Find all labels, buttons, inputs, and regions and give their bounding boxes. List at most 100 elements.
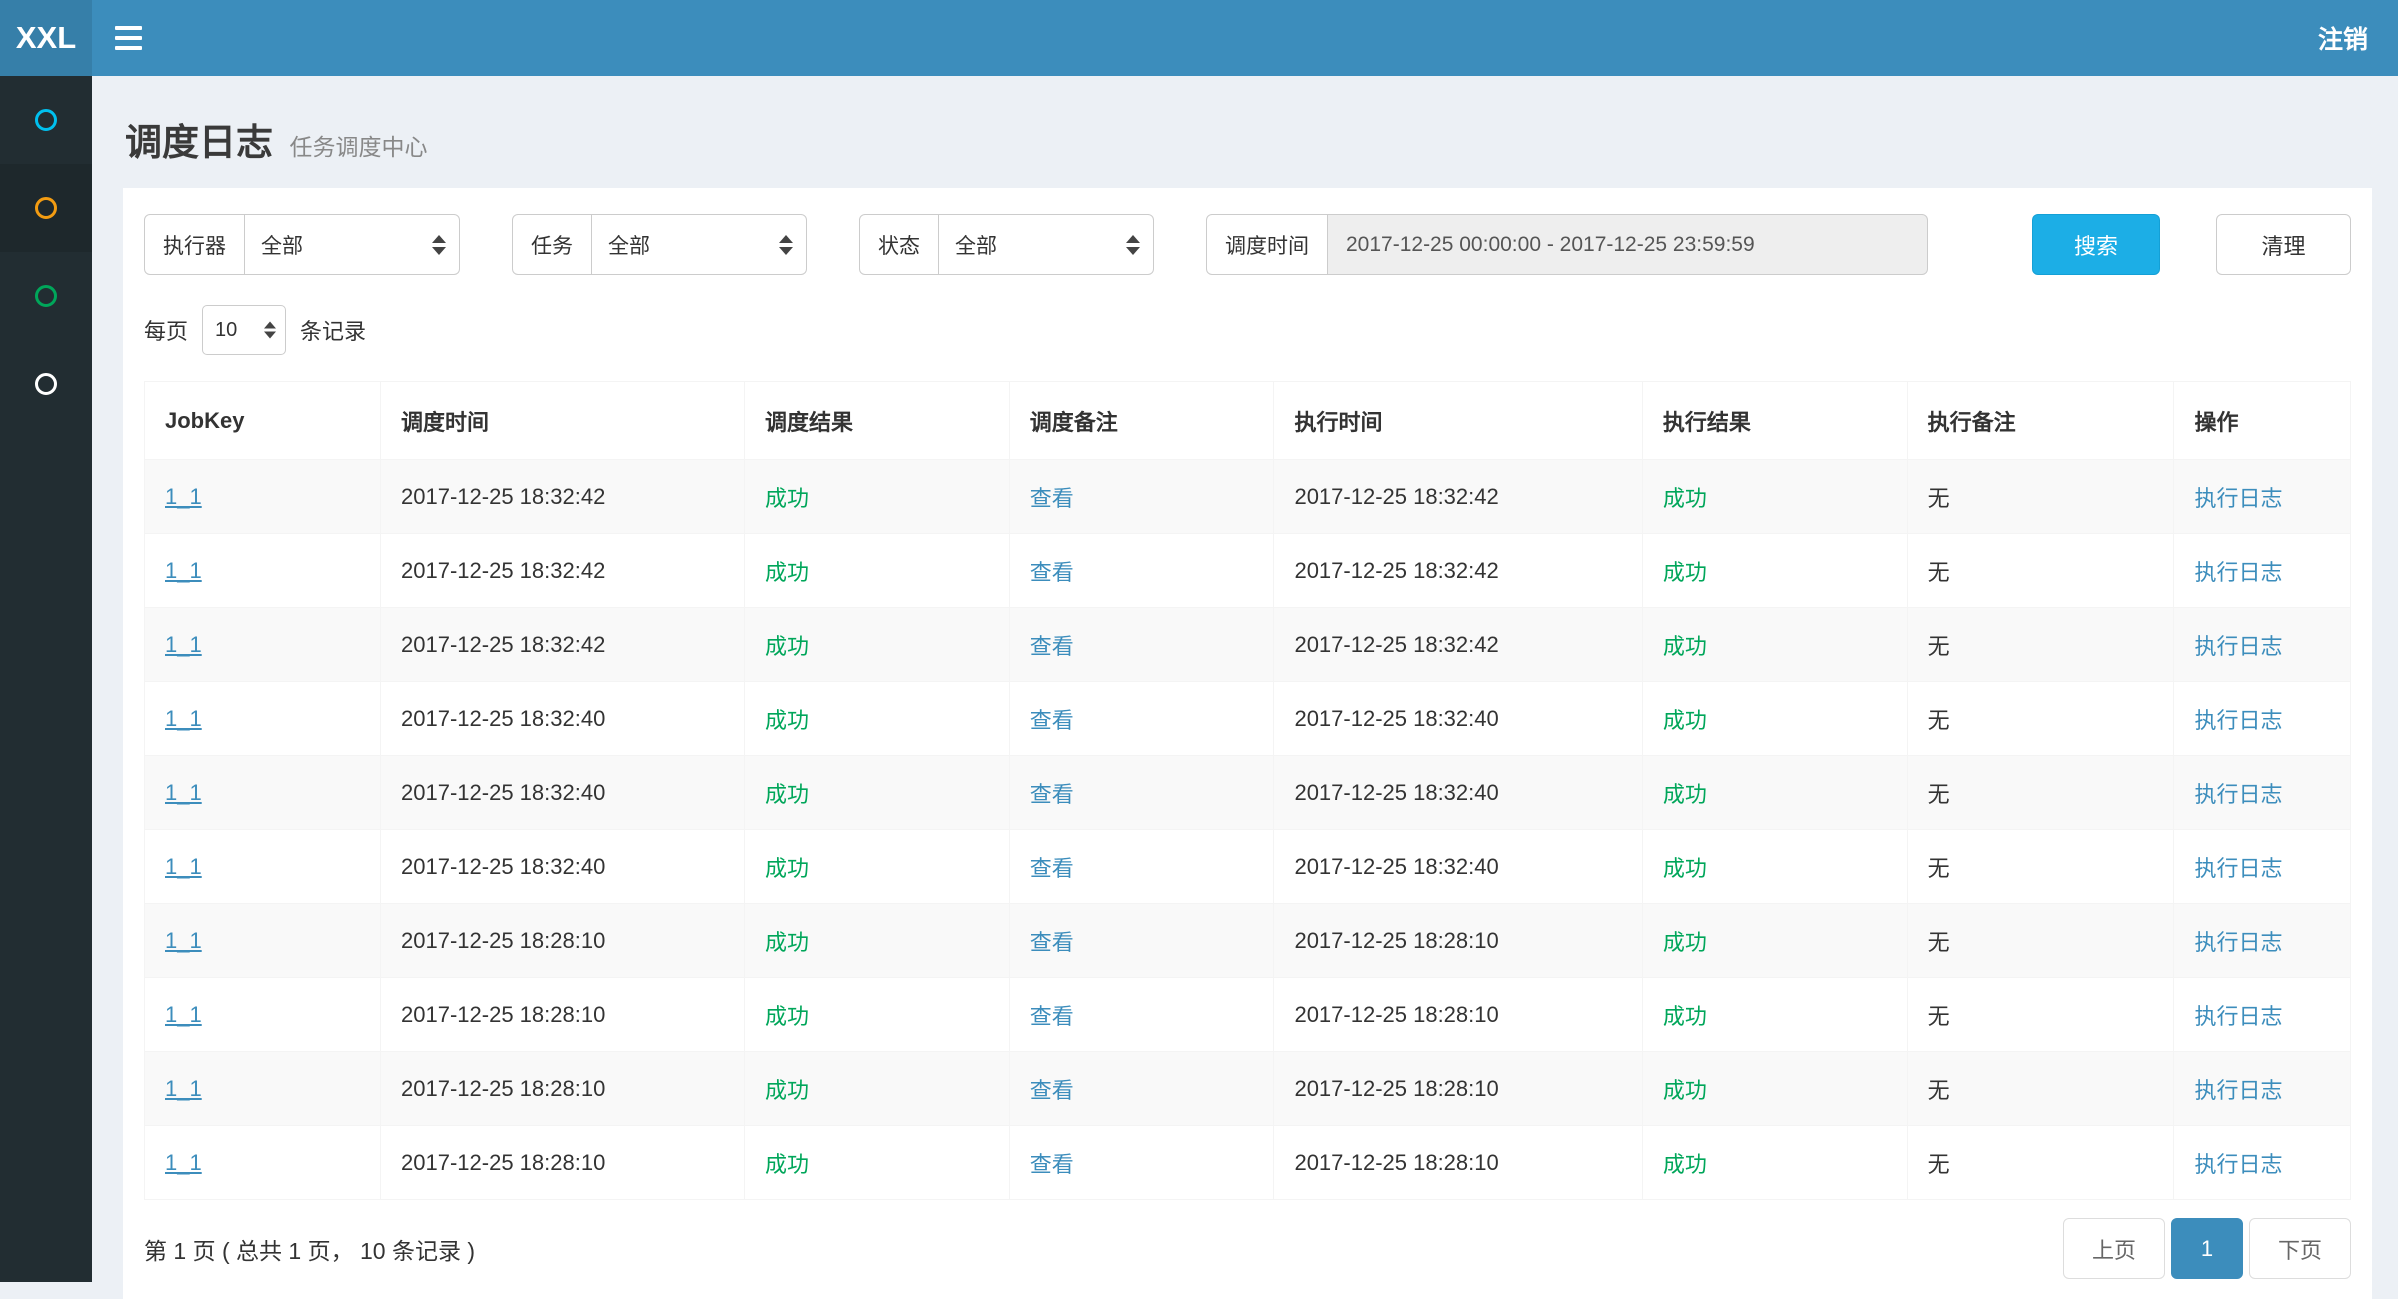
log-table-body: 1_12017-12-25 18:32:42成功查看2017-12-25 18:… [145, 460, 2351, 1200]
current-page-button[interactable]: 1 [2171, 1218, 2243, 1279]
sidebar-item-1[interactable] [0, 76, 92, 164]
pagination-info: 第 1 页 ( 总共 1 页， 10 条记录 ) [144, 1232, 475, 1266]
next-page-button[interactable]: 下页 [2249, 1218, 2351, 1279]
trigger-time-cell: 2017-12-25 18:32:42 [401, 558, 605, 583]
execution-log-link[interactable]: 执行日志 [2194, 856, 2282, 881]
executor-select[interactable]: 全部 [245, 214, 460, 275]
trigger-time-filter-label: 调度时间 [1206, 214, 1328, 275]
executor-filter-label: 执行器 [144, 214, 245, 275]
page-title: 调度日志 [125, 122, 273, 163]
table-row: 1_12017-12-25 18:28:10成功查看2017-12-25 18:… [145, 1126, 2351, 1200]
trigger-result-cell: 成功 [765, 486, 809, 511]
jobkey-link[interactable]: 1_1 [165, 854, 202, 879]
sidebar-item-3[interactable] [0, 252, 92, 340]
pagination: 上页 1 下页 [2063, 1218, 2351, 1279]
prev-page-button[interactable]: 上页 [2063, 1218, 2165, 1279]
execution-log-link[interactable]: 执行日志 [2194, 708, 2282, 733]
table-footer: 第 1 页 ( 总共 1 页， 10 条记录 ) 上页 1 下页 [144, 1218, 2351, 1299]
handle-msg-cell: 无 [1928, 782, 1950, 807]
trigger-result-cell: 成功 [765, 930, 809, 955]
table-row: 1_1 2017-12-25 18:32:42 成功 查看 2017-12-25 18:… [145, 534, 2351, 608]
execution-log-link[interactable]: 执行日志 [2194, 634, 2282, 659]
trigger-msg-link[interactable]: 查看 [1030, 856, 1074, 881]
select-arrows-icon [432, 235, 446, 255]
sidebar [0, 76, 92, 1282]
trigger-result-cell: 成功 [765, 1004, 809, 1029]
trigger-time-cell: 2017-12-25 18:28:10 [401, 928, 605, 953]
trigger-time-cell: 2017-12-25 18:32:40 [401, 706, 605, 731]
jobkey-link[interactable]: 1_1 [165, 780, 202, 805]
column-header-handle-msg: 执行备注 [1907, 382, 2174, 460]
jobkey-link[interactable]: 1_1 [165, 1076, 202, 1101]
trigger-msg-link[interactable]: 查看 [1030, 1152, 1074, 1177]
execution-log-link[interactable]: 执行日志 [2194, 1152, 2282, 1177]
handle-msg-cell: 无 [1928, 1004, 1950, 1029]
circle-icon [35, 109, 57, 131]
execution-log-link[interactable]: 执行日志 [2194, 782, 2282, 807]
jobkey-link[interactable]: 1_1 [165, 1150, 202, 1175]
execution-log-link[interactable]: 执行日志 [2194, 930, 2282, 955]
table-header-row: JobKey调度时间调度结果调度备注执行时间执行结果执行备注操作 [145, 382, 2351, 460]
page-subtitle: 任务调度中心 [289, 134, 427, 160]
trigger-msg-link[interactable]: 查看 [1030, 930, 1074, 955]
trigger-msg-link[interactable]: 查看 [1030, 782, 1074, 807]
execution-log-link[interactable]: 执行日志 [2194, 1004, 2282, 1029]
handle-time-cell: 2017-12-25 18:32:42 [1294, 484, 1498, 509]
jobkey-link[interactable]: 1_1 [165, 484, 202, 509]
handle-time-cell: 2017-12-25 18:32:40 [1294, 854, 1498, 879]
page-size-suffix: 条记录 [300, 314, 366, 346]
handle-result-cell: 成功 [1663, 1004, 1707, 1029]
handle-time-cell: 2017-12-25 18:28:10 [1294, 1150, 1498, 1175]
jobkey-link[interactable]: 1_1 [165, 1002, 202, 1027]
navbar-main: 注销 [92, 0, 2398, 76]
jobkey-link[interactable]: 1_1 [165, 558, 202, 583]
table-row: 1_12017-12-25 18:32:40成功查看2017-12-25 18:… [145, 830, 2351, 904]
trigger-result-cell: 成功 [765, 708, 809, 733]
jobkey-link[interactable]: 1_1 [165, 928, 202, 953]
handle-time-cell: 2017-12-25 18:28:10 [1294, 1076, 1498, 1101]
handle-time-cell: 2017-12-25 18:32:42 [1294, 558, 1498, 583]
handle-time-cell: 2017-12-25 18:32:40 [1294, 706, 1498, 731]
logout-link[interactable]: 注销 [2288, 0, 2398, 76]
table-row: 1_12017-12-25 18:32:42成功查看2017-12-25 18:… [145, 608, 2351, 682]
execution-log-link[interactable]: 执行日志 [2194, 1078, 2282, 1103]
execution-log-link[interactable]: 执行日志 [2194, 560, 2282, 585]
sidebar-toggle-button[interactable] [92, 0, 164, 76]
sidebar-item-4[interactable] [0, 340, 92, 428]
trigger-msg-link[interactable]: 查看 [1030, 708, 1074, 733]
select-arrows-icon [779, 235, 793, 255]
trigger-msg-link[interactable]: 查看 [1030, 1078, 1074, 1103]
executor-select-value: 全部 [261, 230, 303, 260]
trigger-msg-link[interactable]: 查看 [1030, 1004, 1074, 1029]
page-size-select[interactable]: 10 [202, 305, 286, 355]
handle-msg-cell: 无 [1928, 634, 1950, 659]
app-logo-text: XXL [16, 20, 76, 56]
status-select[interactable]: 全部 [939, 214, 1154, 275]
trigger-msg-link[interactable]: 查看 [1030, 634, 1074, 659]
trigger-time-cell: 2017-12-25 18:32:40 [401, 780, 605, 805]
clear-button[interactable]: 清理 [2216, 214, 2351, 275]
page-size-value: 10 [215, 319, 237, 342]
sidebar-item-2[interactable] [0, 164, 92, 252]
column-header-jobkey: JobKey [145, 382, 381, 460]
handle-result-cell: 成功 [1663, 1078, 1707, 1103]
job-select[interactable]: 全部 [592, 214, 807, 275]
status-filter-label: 状态 [859, 214, 939, 275]
log-table: JobKey调度时间调度结果调度备注执行时间执行结果执行备注操作 1_1 2017… [144, 381, 2351, 1200]
table-row: 1_12017-12-25 18:32:40成功查看2017-12-25 18:… [145, 756, 2351, 830]
jobkey-link[interactable]: 1_1 [165, 706, 202, 731]
trigger-msg-link[interactable]: 查看 [1030, 560, 1074, 585]
trigger-msg-link[interactable]: 查看 [1030, 486, 1074, 511]
trigger-time-cell: 2017-12-25 18:28:10 [401, 1076, 605, 1101]
hamburger-icon [115, 26, 142, 50]
trigger-result-cell: 成功 [765, 1152, 809, 1177]
trigger-time-range-input[interactable] [1328, 214, 1928, 275]
handle-msg-cell: 无 [1928, 1152, 1950, 1177]
execution-log-link[interactable]: 执行日志 [2194, 486, 2282, 511]
app-logo[interactable]: XXL [0, 0, 92, 76]
handle-result-cell: 成功 [1663, 930, 1707, 955]
handle-msg-cell: 无 [1928, 856, 1950, 881]
handle-result-cell: 成功 [1663, 560, 1707, 585]
search-button[interactable]: 搜索 [2032, 214, 2160, 275]
jobkey-link[interactable]: 1_1 [165, 632, 202, 657]
